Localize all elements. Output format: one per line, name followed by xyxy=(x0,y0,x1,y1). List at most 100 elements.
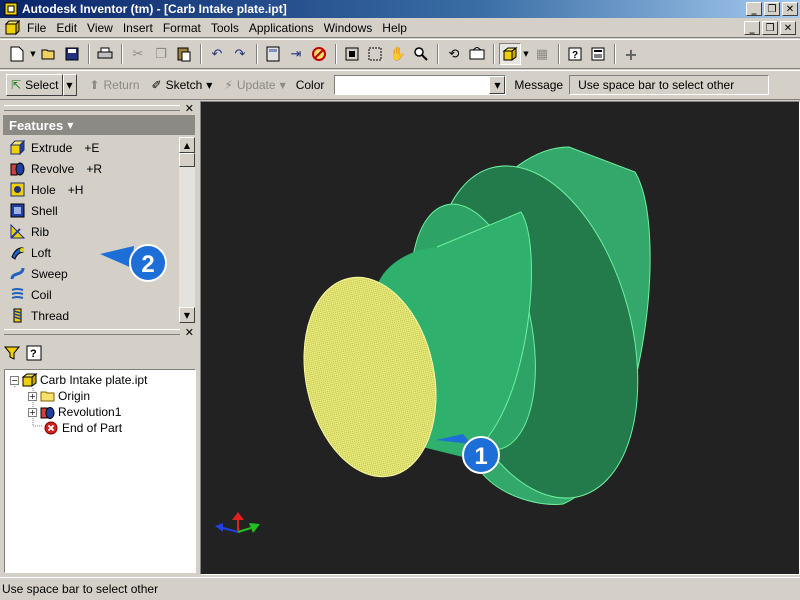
feature-coil[interactable]: Coil xyxy=(3,284,179,305)
rotate-icon[interactable]: ⟲ xyxy=(443,43,465,65)
copy-icon[interactable]: ❐ xyxy=(150,43,172,65)
pan-hand-icon[interactable]: ✋ xyxy=(387,43,409,65)
color-dropdown-icon[interactable]: ▼ xyxy=(489,76,506,94)
whats-this-help-icon[interactable]: ? xyxy=(564,43,586,65)
document-icon[interactable] xyxy=(4,19,20,36)
features-panel-header[interactable]: Features ▼ xyxy=(3,115,195,135)
tree-node-origin[interactable]: + Origin xyxy=(5,388,195,404)
scroll-up-icon[interactable]: ▲ xyxy=(179,137,195,153)
browser-close-icon[interactable]: ✕ xyxy=(185,326,194,339)
expand-icon[interactable]: + xyxy=(28,391,37,401)
tree-node-label: Carb Intake plate.ipt xyxy=(40,373,148,387)
display-dropdown-icon[interactable]: ▼ xyxy=(522,43,530,65)
redo-icon[interactable]: ↷ xyxy=(229,43,251,65)
new-dropdown-icon[interactable]: ▼ xyxy=(29,43,37,65)
add-icon[interactable]: + xyxy=(620,43,642,65)
filter-icon[interactable] xyxy=(4,345,20,361)
toolbar-separator xyxy=(256,44,258,64)
select-dropdown-button[interactable]: ▼ xyxy=(63,74,78,96)
toolbar-separator xyxy=(558,44,560,64)
restore-button[interactable]: ❐ xyxy=(764,2,780,16)
part-info-icon[interactable] xyxy=(587,43,609,65)
menu-windows[interactable]: Windows xyxy=(319,21,378,35)
menu-insert[interactable]: Insert xyxy=(118,21,158,35)
browser-help-icon[interactable]: ? xyxy=(26,345,42,361)
sweep-icon xyxy=(9,266,25,282)
new-file-icon[interactable] xyxy=(6,43,28,65)
menu-applications[interactable]: Applications xyxy=(244,21,319,35)
shaded-display-icon[interactable] xyxy=(499,43,521,65)
update-dropdown-icon[interactable]: ▼ xyxy=(280,81,286,90)
tree-node-revolution[interactable]: + Revolution1 xyxy=(5,404,195,420)
panel-close-icon[interactable]: ✕ xyxy=(185,102,194,115)
menu-format[interactable]: Format xyxy=(158,21,206,35)
toolbar-separator xyxy=(200,44,202,64)
menu-bar: File Edit View Insert Format Tools Appli… xyxy=(0,18,800,38)
save-icon[interactable] xyxy=(61,43,83,65)
calculator-icon[interactable] xyxy=(262,43,284,65)
feature-shell[interactable]: Shell xyxy=(3,200,179,221)
left-panel: ✕ Features ▼ Extrude +E Revolve +R Hole … xyxy=(0,101,198,575)
paste-icon[interactable] xyxy=(173,43,195,65)
menu-file[interactable]: File xyxy=(22,21,51,35)
axis-triad-icon xyxy=(215,512,260,533)
menu-help[interactable]: Help xyxy=(377,21,412,35)
select-button[interactable]: ⇱ Select xyxy=(6,74,64,96)
collapse-icon[interactable]: − xyxy=(10,375,19,385)
doc-close-button[interactable]: ✕ xyxy=(780,21,796,35)
loft-icon xyxy=(9,245,25,261)
svg-text:?: ? xyxy=(30,348,37,360)
toolbar-separator xyxy=(493,44,495,64)
undo-icon[interactable]: ↶ xyxy=(206,43,228,65)
feature-shortcut: +R xyxy=(86,161,103,176)
camera-icon[interactable]: ▦ xyxy=(531,43,553,65)
zoom-window-icon[interactable] xyxy=(364,43,386,65)
feature-shortcut: +E xyxy=(84,140,100,155)
update-button[interactable]: ⚡ Update ▼ xyxy=(220,74,289,96)
graphics-viewport[interactable]: 1 xyxy=(200,101,800,575)
browser-toolbar: ? xyxy=(4,343,42,363)
sketch-dropdown-icon[interactable]: ▼ xyxy=(206,81,212,90)
return-button[interactable]: ⬆ Return xyxy=(85,74,143,96)
panel-grip[interactable] xyxy=(4,105,180,111)
no-entry-icon[interactable] xyxy=(308,43,330,65)
color-select[interactable]: ▼ xyxy=(334,75,507,95)
expand-icon[interactable]: + xyxy=(28,407,37,417)
window-title: Autodesk Inventor (tm) - [Carb Intake pl… xyxy=(22,2,287,16)
revolve-icon xyxy=(39,405,55,419)
zoom-all-icon[interactable] xyxy=(341,43,363,65)
look-at-icon[interactable] xyxy=(466,43,488,65)
minimize-button[interactable]: _ xyxy=(746,2,762,16)
zoom-icon[interactable] xyxy=(410,43,432,65)
feature-extrude[interactable]: Extrude +E xyxy=(3,137,179,158)
sketch-button[interactable]: ✐ Sketch ▼ xyxy=(148,74,217,96)
dimension-icon[interactable]: ⇥ xyxy=(285,43,307,65)
tree-node-label: End of Part xyxy=(62,421,123,435)
feature-hole[interactable]: Hole +H xyxy=(3,179,179,200)
browser-tree: − Carb Intake plate.ipt + Origin + Revol… xyxy=(4,369,196,573)
doc-minimize-button[interactable]: _ xyxy=(744,21,760,35)
revolve-icon xyxy=(9,161,25,177)
rib-icon xyxy=(9,224,25,240)
features-scrollbar[interactable]: ▲ ▼ xyxy=(179,137,195,323)
browser-panel-grip[interactable] xyxy=(4,329,180,335)
feature-label: Coil xyxy=(31,287,52,302)
scroll-thumb[interactable] xyxy=(179,153,195,167)
command-bar: ⇱ Select ▼ ⬆ Return ✐ Sketch ▼ ⚡ Update … xyxy=(0,70,800,100)
menu-view[interactable]: View xyxy=(82,21,118,35)
menu-edit[interactable]: Edit xyxy=(51,21,82,35)
open-folder-icon[interactable] xyxy=(38,43,60,65)
scroll-down-icon[interactable]: ▼ xyxy=(179,307,195,323)
tree-node-end-of-part[interactable]: End of Part xyxy=(5,420,195,436)
feature-thread[interactable]: Thread xyxy=(3,305,179,323)
doc-restore-button[interactable]: ❐ xyxy=(762,21,778,35)
features-list: Extrude +E Revolve +R Hole +H Shell Rib … xyxy=(3,137,179,323)
features-header-label: Features xyxy=(9,117,64,133)
feature-label: Sweep xyxy=(31,266,68,281)
menu-tools[interactable]: Tools xyxy=(206,21,244,35)
cut-icon[interactable]: ✂ xyxy=(127,43,149,65)
close-button[interactable]: ✕ xyxy=(782,2,798,16)
print-icon[interactable] xyxy=(94,43,116,65)
feature-revolve[interactable]: Revolve +R xyxy=(3,158,179,179)
tree-node-part[interactable]: − Carb Intake plate.ipt xyxy=(5,372,195,388)
